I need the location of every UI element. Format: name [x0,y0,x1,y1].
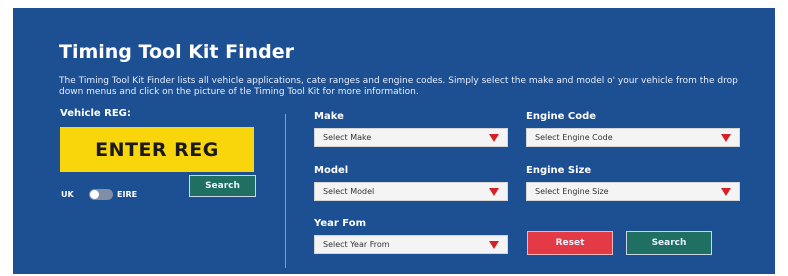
chevron-down-icon [489,188,499,196]
section-divider [285,114,286,268]
chevron-down-icon [489,241,499,249]
year-from-select[interactable]: Select Year From [314,235,508,254]
engine-code-select[interactable]: Select Engine Code [526,128,740,147]
page-title: Timing Tool Kit Finder [59,41,295,63]
year-from-select-value: Select Year From [323,240,390,249]
uk-eire-toggle[interactable] [89,189,113,200]
make-select[interactable]: Select Make [314,128,508,147]
finder-panel: Timing Tool Kit Finder The Timing Tool K… [13,8,775,274]
reg-search-button[interactable]: Search [189,175,256,197]
engine-size-label: Engine Size [526,165,592,176]
uk-label: UK [61,190,74,199]
engine-code-label: Engine Code [526,111,597,122]
toggle-knob [90,190,99,199]
make-label: Make [314,111,344,122]
description-text: The Timing Tool Kit Finder lists all veh… [59,76,738,97]
eire-label: EIRE [117,190,138,199]
reg-input[interactable]: ENTER REG [60,127,254,172]
engine-code-select-value: Select Engine Code [535,133,613,142]
engine-size-select-value: Select Engine Size [535,187,609,196]
engine-size-select[interactable]: Select Engine Size [526,182,740,201]
search-button[interactable]: Search [626,231,712,255]
year-from-label: Year Fom [314,218,366,229]
chevron-down-icon [489,134,499,142]
make-select-value: Select Make [323,133,372,142]
model-select-value: Select Model [323,187,375,196]
reset-button[interactable]: Reset [527,231,613,255]
model-label: Model [314,165,349,176]
chevron-down-icon [721,188,731,196]
vehicle-reg-label: Vehicle REG: [60,108,131,119]
chevron-down-icon [721,134,731,142]
model-select[interactable]: Select Model [314,182,508,201]
